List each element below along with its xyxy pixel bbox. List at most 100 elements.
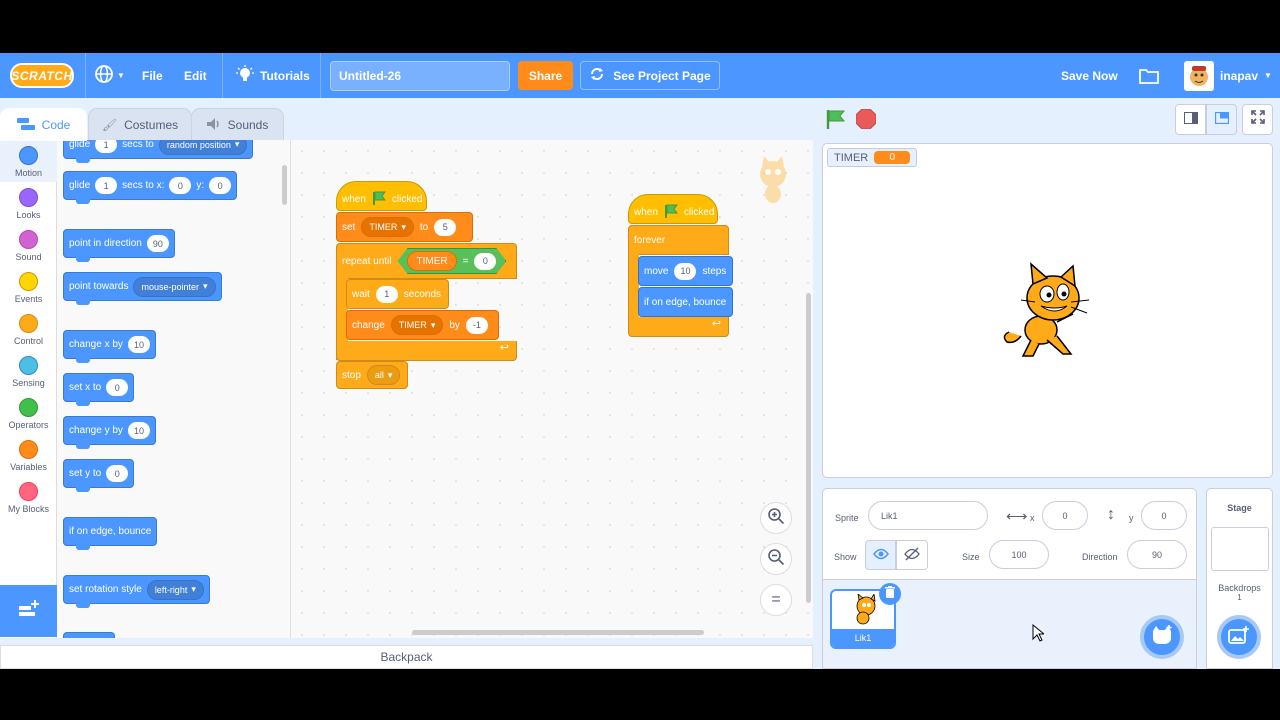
- category-sensing[interactable]: Sensing: [0, 350, 57, 392]
- stage-canvas[interactable]: TIMER 0: [822, 143, 1273, 478]
- palette-block-set-x[interactable]: set x to 0: [63, 373, 135, 406]
- category-my-blocks[interactable]: My Blocks: [0, 476, 57, 518]
- variable-monitor[interactable]: TIMER 0: [827, 148, 918, 167]
- block-dropdown[interactable]: mouse-pointer ▾: [133, 276, 216, 297]
- category-operators[interactable]: Operators: [0, 392, 57, 434]
- small-stage-button[interactable]: [1175, 104, 1206, 135]
- share-button[interactable]: Share: [518, 61, 573, 90]
- stage-thumbnail[interactable]: [1210, 527, 1269, 571]
- my-stuff-folder-icon[interactable]: [1139, 53, 1159, 98]
- block-value-input[interactable]: 0: [474, 253, 496, 270]
- stop-dropdown[interactable]: all ▾: [366, 365, 401, 385]
- block-text: glide: [69, 180, 91, 191]
- file-menu[interactable]: File: [142, 53, 163, 98]
- category-events[interactable]: Events: [0, 266, 57, 308]
- category-control[interactable]: Control: [0, 308, 57, 350]
- script2-move[interactable]: move 10 steps: [638, 256, 733, 286]
- block-number-input[interactable]: 90: [146, 235, 169, 252]
- show-hidden-button[interactable]: [896, 540, 928, 570]
- block-value-input[interactable]: 1: [375, 285, 398, 303]
- script2-forever[interactable]: forever: [628, 225, 729, 255]
- trash-icon: [885, 585, 895, 603]
- script1-change-timer[interactable]: change TIMER ▾ by -1: [346, 310, 499, 340]
- block-number-input[interactable]: 0: [209, 177, 232, 194]
- block-value-input[interactable]: 5: [434, 218, 457, 236]
- show-visible-button[interactable]: [865, 540, 896, 570]
- tutorials-button[interactable]: Tutorials: [236, 53, 310, 98]
- workspace-horizontal-scrollbar[interactable]: [412, 630, 704, 635]
- tab-code[interactable]: Code: [0, 108, 87, 141]
- tab-sounds[interactable]: Sounds: [191, 108, 284, 141]
- palette-block-change-x[interactable]: change x by 10: [63, 330, 156, 363]
- language-menu[interactable]: ▼: [94, 53, 125, 98]
- block-number-input[interactable]: 0: [106, 465, 129, 482]
- block-categories: Motion Looks Sound Events Control Sensin…: [0, 140, 57, 638]
- category-sound[interactable]: Sound: [0, 224, 57, 266]
- block-number-input[interactable]: 10: [127, 336, 150, 353]
- block-dropdown[interactable]: left-right ▾: [146, 579, 204, 600]
- dropdown-value: mouse-pointer: [141, 281, 200, 292]
- sprite-name-field[interactable]: Lik1: [868, 501, 988, 530]
- script1-set-timer[interactable]: set TIMER ▾ to 5: [336, 212, 473, 242]
- project-title-input[interactable]: [330, 61, 510, 91]
- palette-block-partial[interactable]: [63, 632, 115, 638]
- script1-wait[interactable]: wait 1 seconds: [346, 279, 449, 309]
- palette-block-change-y[interactable]: change y by 10: [63, 416, 156, 449]
- category-looks[interactable]: Looks: [0, 182, 57, 224]
- delete-sprite-button[interactable]: [879, 583, 901, 605]
- palette-block-glide-random[interactable]: glide 1 secs to random position ▾: [63, 140, 254, 163]
- zoom-in-button[interactable]: [760, 502, 792, 534]
- fullscreen-button[interactable]: [1242, 104, 1273, 135]
- block-dropdown[interactable]: random position ▾: [158, 140, 248, 155]
- category-variables[interactable]: Variables: [0, 434, 57, 476]
- size-field[interactable]: 100: [989, 540, 1049, 569]
- large-stage-button[interactable]: [1206, 104, 1237, 135]
- variable-dropdown[interactable]: TIMER ▾: [390, 315, 444, 335]
- y-field[interactable]: 0: [1141, 501, 1187, 530]
- cat-sprite[interactable]: [1001, 262, 1095, 365]
- palette-block-rotation-style[interactable]: set rotation style left-right ▾: [63, 575, 210, 608]
- block-value-input[interactable]: -1: [465, 316, 488, 334]
- palette-block-set-y[interactable]: set y to 0: [63, 459, 135, 492]
- palette-block-glide-xy[interactable]: glide 1 secs to x: 0 y: 0: [63, 171, 238, 204]
- direction-field[interactable]: 90: [1127, 540, 1187, 569]
- tab-costumes[interactable]: 🖌 Costumes: [88, 108, 192, 141]
- timer-reporter[interactable]: TIMER: [407, 251, 456, 271]
- workspace-vertical-scrollbar[interactable]: [806, 293, 811, 603]
- account-menu[interactable]: inapav ▼: [1184, 53, 1272, 98]
- zoom-out-button[interactable]: [760, 543, 792, 575]
- palette-scrollbar[interactable]: [282, 165, 287, 205]
- zoom-reset-button[interactable]: =: [760, 584, 792, 616]
- palette-block-point-direction[interactable]: point in direction 90: [63, 229, 175, 262]
- scratch-logo[interactable]: SCRATCH: [10, 63, 74, 88]
- backpack-bar[interactable]: Backpack: [0, 645, 813, 669]
- script1-repeat-until[interactable]: repeat until TIMER = 0: [336, 243, 517, 279]
- edit-menu[interactable]: Edit: [184, 53, 207, 98]
- category-motion[interactable]: Motion: [0, 140, 57, 182]
- globe-icon: [94, 64, 114, 87]
- block-value-input[interactable]: 10: [674, 262, 697, 280]
- stop-button[interactable]: [855, 108, 877, 130]
- x-field[interactable]: 0: [1042, 501, 1088, 530]
- script1-stop[interactable]: stop all ▾: [336, 361, 408, 389]
- block-text: steps: [702, 265, 727, 277]
- script2-bounce[interactable]: if on edge, bounce: [638, 287, 733, 317]
- see-project-page-button[interactable]: See Project Page: [580, 61, 720, 90]
- script2-when-flag-clicked[interactable]: when clicked: [628, 194, 718, 224]
- choose-backdrop-button[interactable]: [1217, 615, 1261, 659]
- green-flag-button[interactable]: [825, 108, 847, 130]
- block-number-input[interactable]: 0: [169, 177, 192, 194]
- save-now-button[interactable]: Save Now: [1061, 53, 1118, 98]
- block-number-input[interactable]: 0: [106, 379, 129, 396]
- y-arrows-icon: ↕: [1107, 506, 1115, 523]
- equals-operator-block[interactable]: TIMER = 0: [397, 248, 506, 274]
- block-number-input[interactable]: 10: [127, 422, 150, 439]
- palette-block-point-towards[interactable]: point towards mouse-pointer ▾: [63, 272, 222, 305]
- add-extension-button[interactable]: [0, 585, 57, 637]
- block-number-input[interactable]: 1: [95, 140, 118, 153]
- choose-sprite-button[interactable]: [1140, 615, 1184, 659]
- block-number-input[interactable]: 1: [95, 177, 118, 194]
- variable-dropdown[interactable]: TIMER ▾: [361, 217, 414, 237]
- script1-when-flag-clicked[interactable]: when clicked: [336, 181, 427, 211]
- palette-block-bounce[interactable]: if on edge, bounce: [63, 517, 158, 550]
